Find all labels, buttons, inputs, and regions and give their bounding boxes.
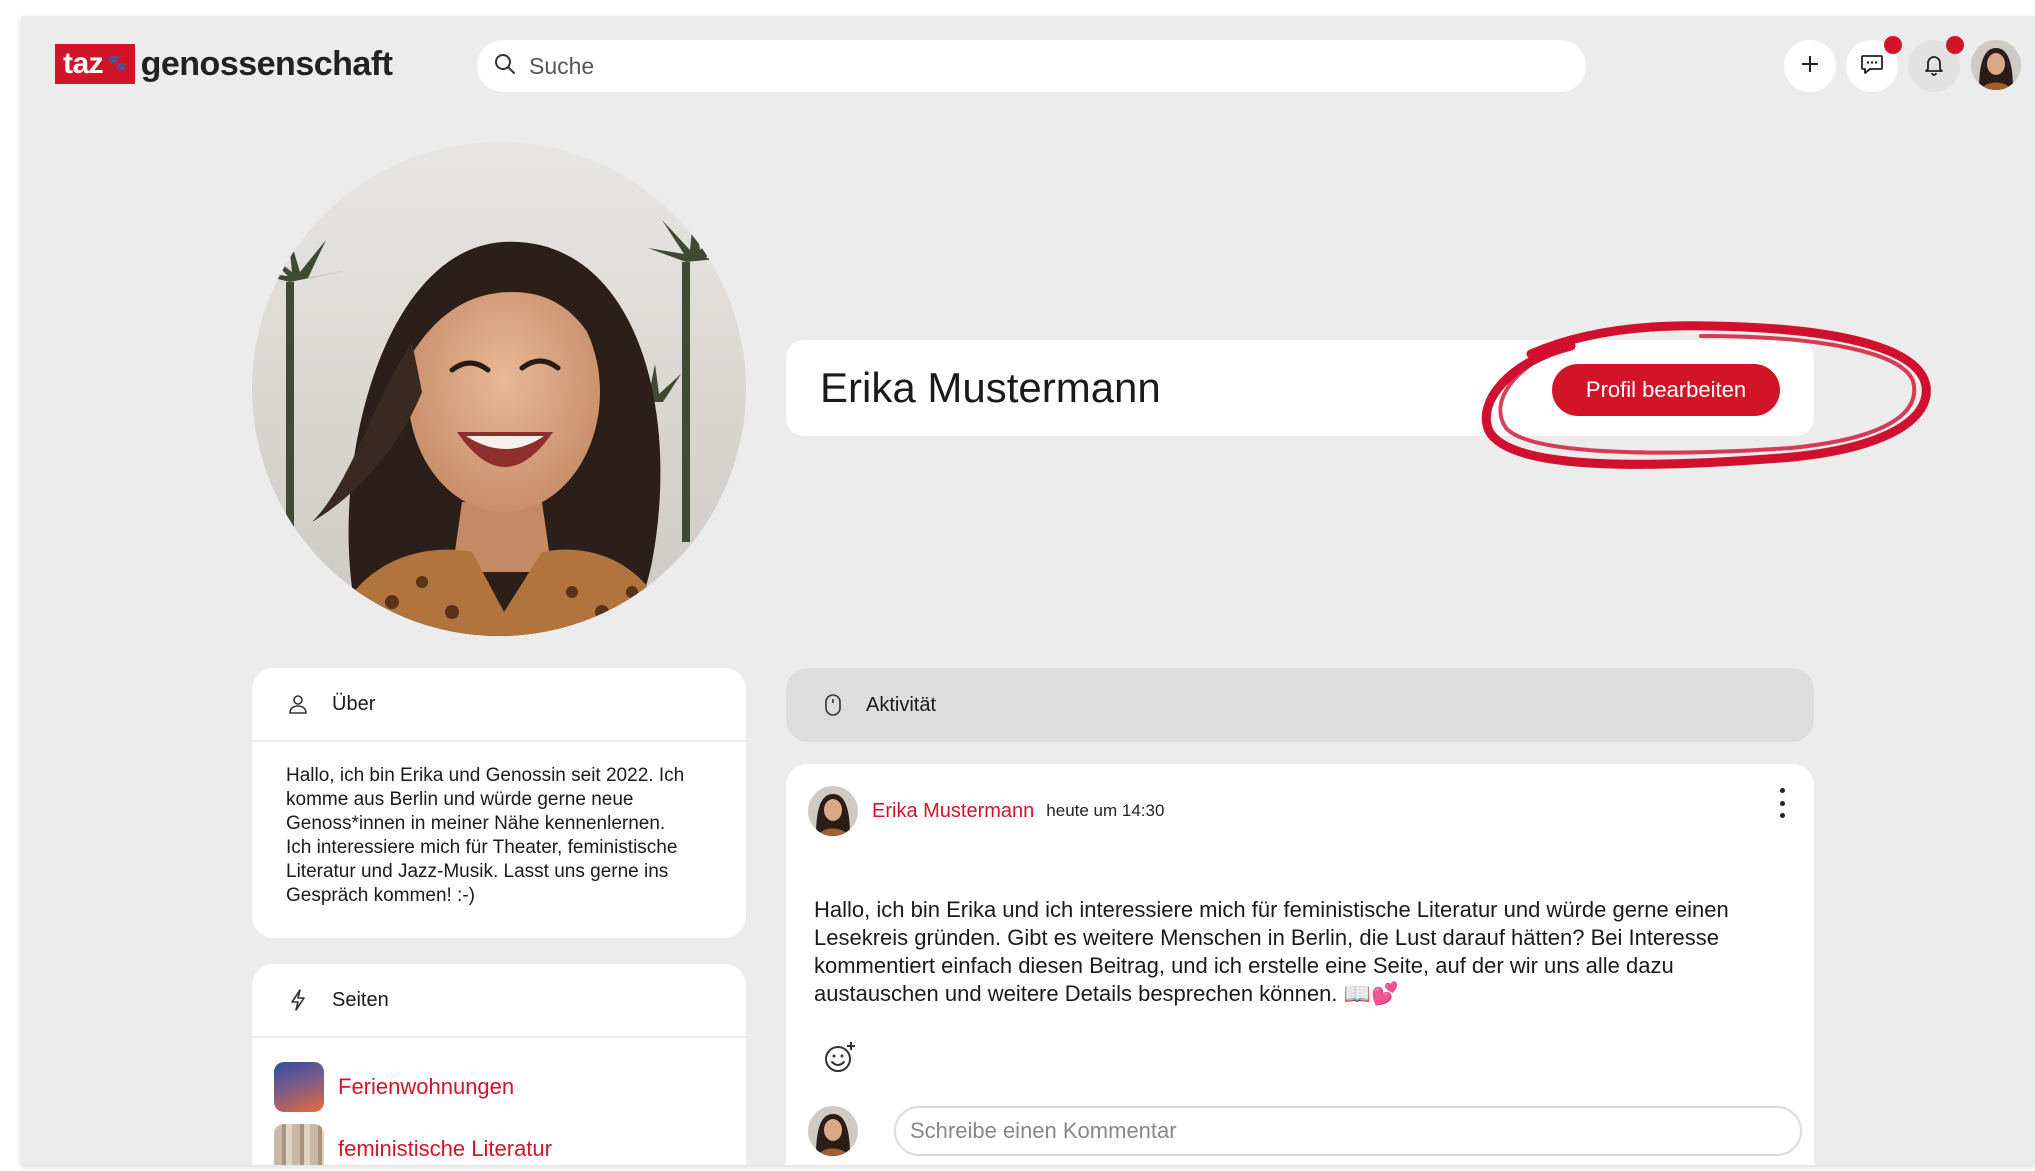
paw-icon: 🐾 (107, 55, 127, 72)
dot (1779, 800, 1785, 806)
post-author-link[interactable]: Erika Mustermann (872, 800, 1034, 823)
post-header: Erika Mustermann heute um 14:30 (808, 786, 1164, 836)
post-card: Erika Mustermann heute um 14:30 Hallo, i… (786, 764, 1814, 1165)
taz-logo[interactable]: taz 🐾 genossenschaft (55, 44, 393, 84)
post-author-avatar[interactable] (808, 786, 858, 836)
dot (1779, 813, 1785, 818)
page-thumbnail (274, 1124, 324, 1165)
app-window: taz 🐾 genossenschaft Suche Erika Musterm… (21, 16, 2035, 1165)
notification-dot (1946, 36, 1964, 54)
logo-text: genossenschaft (140, 44, 393, 83)
comment-row (808, 1106, 1802, 1156)
search-input[interactable] (529, 52, 1529, 80)
pages-header: Seiten (252, 964, 746, 1038)
user-avatar[interactable] (1971, 40, 2021, 90)
create-button[interactable] (1784, 40, 1836, 92)
messages-button[interactable] (1846, 36, 1902, 92)
activity-title: Aktivität (866, 693, 937, 716)
taz-logo-label: taz (63, 47, 104, 80)
smiley-plus-icon (822, 1042, 858, 1080)
about-card: Über Hallo, ich bin Erika und Genossin s… (252, 668, 746, 938)
notification-dot (1884, 36, 1902, 54)
comment-input[interactable] (894, 1106, 1802, 1156)
commenter-avatar (808, 1106, 858, 1156)
bell-icon (1922, 52, 1946, 81)
mouse-icon (824, 693, 842, 717)
taz-logo-box: taz 🐾 (55, 44, 135, 84)
search-icon (493, 52, 517, 81)
page-thumbnail (274, 1062, 324, 1112)
profile-photo (252, 142, 746, 636)
dot (1779, 788, 1785, 793)
chat-icon (1859, 51, 1885, 82)
post-body: Hallo, ich bin Erika und ich interessier… (814, 897, 1729, 1006)
add-reaction-button[interactable] (822, 1040, 858, 1076)
bolt-icon (286, 988, 310, 1012)
notifications-button[interactable] (1908, 36, 1964, 92)
user-icon (286, 692, 310, 716)
plus-icon (1799, 53, 1821, 80)
page-item-ferienwohnungen[interactable]: Ferienwohnungen (252, 1056, 746, 1118)
post-timestamp: heute um 14:30 (1046, 801, 1165, 820)
profile-name: Erika Mustermann (820, 364, 1161, 411)
edit-profile-button[interactable]: Profil bearbeiten (1552, 364, 1780, 416)
about-text: Hallo, ich bin Erika und Genossin seit 2… (286, 765, 685, 906)
page-link[interactable]: Ferienwohnungen (338, 1074, 514, 1100)
search-bar[interactable] (477, 40, 1586, 92)
page-item-feministische-literatur[interactable]: feministische Literatur (252, 1118, 746, 1165)
post-options-button[interactable] (1772, 788, 1792, 818)
profile-name-card: Erika Mustermann Profil bearbeiten (786, 340, 1814, 436)
page-link[interactable]: feministische Literatur (338, 1136, 552, 1162)
about-title: Über (332, 692, 376, 715)
about-header: Über (252, 668, 746, 742)
pages-title: Seiten (332, 988, 389, 1011)
pages-card: Seiten Ferienwohnungen feministische Lit… (252, 964, 746, 1165)
activity-tab[interactable]: Aktivität (786, 668, 1814, 742)
